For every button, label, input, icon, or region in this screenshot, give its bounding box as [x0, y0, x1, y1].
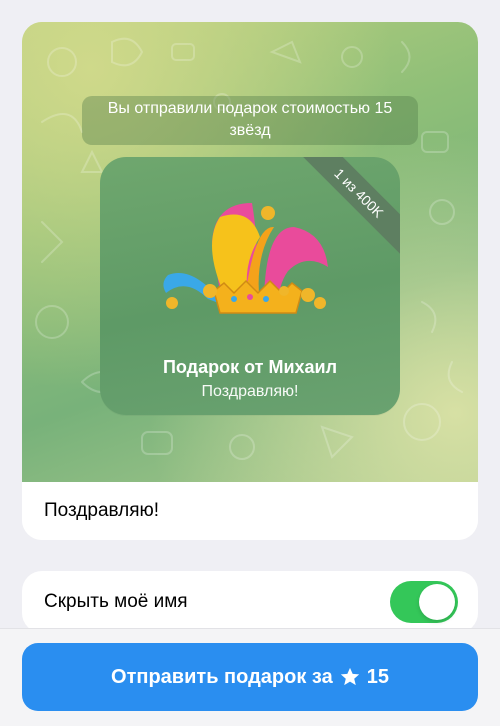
hide-name-label: Скрыть моё имя: [44, 591, 188, 612]
send-gift-button[interactable]: Отправить подарок за 15: [22, 643, 478, 711]
jester-hat-icon: [163, 203, 328, 314]
send-gift-screen: Вы отправили подарок стоимостью 15 звёзд…: [0, 0, 500, 726]
gift-title: Подарок от Михаил: [162, 357, 338, 377]
star-icon: [340, 667, 359, 686]
send-gift-amount: 15: [366, 665, 389, 688]
gift-message-text: Поздравляю!: [44, 500, 160, 521]
gift-subtitle: Поздравляю!: [201, 383, 299, 400]
hide-name-option: Скрыть моё имя: [22, 571, 478, 633]
gift-message-row[interactable]: Поздравляю!: [22, 482, 478, 540]
gift-bubble: 1 из 400K Подарок от Михаил Поздравляю!: [100, 157, 400, 415]
service-message: Вы отправили подарок стоимостью 15 звёзд: [82, 96, 418, 145]
toggle-knob: [419, 584, 455, 620]
chat-background: Вы отправили подарок стоимостью 15 звёзд…: [22, 22, 478, 482]
send-gift-label: Отправить подарок за: [111, 665, 333, 688]
hide-name-toggle[interactable]: [390, 581, 458, 623]
gift-preview-card: Вы отправили подарок стоимостью 15 звёзд…: [22, 22, 478, 540]
